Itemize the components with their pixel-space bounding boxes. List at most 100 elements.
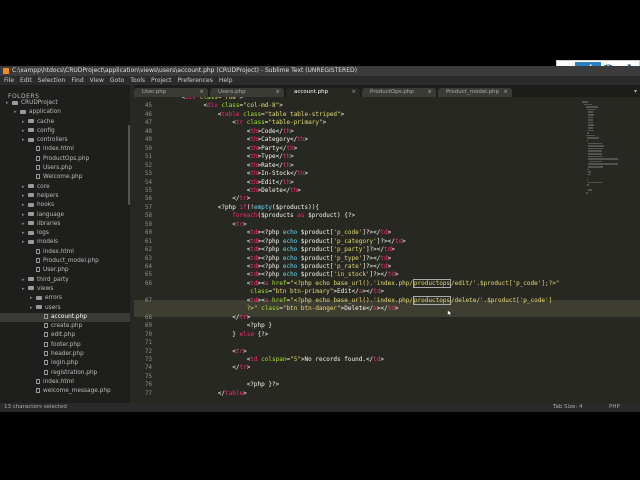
tab-label: Product_model.php: [446, 89, 499, 95]
menu-item-goto[interactable]: Goto: [110, 77, 124, 84]
file-icon: [36, 248, 40, 254]
code-token: 'p_type': [333, 254, 363, 262]
folder-icon: [28, 119, 34, 124]
tree-folder[interactable]: ▸ users: [0, 304, 130, 313]
code-token: ><?php: [257, 271, 283, 279]
tree-folder[interactable]: ▸ controllers: [0, 136, 130, 145]
close-tab-icon[interactable]: ×: [427, 88, 432, 97]
tree-file[interactable]: Welcome.php: [0, 173, 130, 182]
tree-folder[interactable]: ▸ helpers: [0, 192, 130, 201]
minimap-line: [585, 192, 589, 194]
code-token: >: [391, 246, 395, 254]
line-number: 77: [145, 390, 152, 397]
line-number: 76: [145, 382, 152, 389]
code-line: </tr>: [160, 195, 250, 203]
code-token: class: [196, 97, 218, 101]
folder-icon: [28, 193, 34, 198]
code-token: <: [160, 279, 251, 287]
code-token: <: [160, 229, 251, 237]
code-token: >: [246, 195, 251, 203]
file-icon: [44, 332, 48, 338]
folder-icon: [20, 109, 26, 114]
tree-file[interactable]: welcome_message.php: [0, 387, 130, 396]
tree-folder[interactable]: ▸ views: [0, 285, 130, 294]
minimap-line: [588, 171, 591, 173]
tree-file[interactable]: registration.php: [0, 369, 130, 378]
menu-item-file[interactable]: File: [4, 77, 14, 84]
menu-item-edit[interactable]: Edit: [20, 77, 32, 84]
tree-file[interactable]: index.html: [0, 248, 130, 257]
tab-user-php[interactable]: User.php ×: [134, 88, 208, 97]
minimap-line: [588, 166, 604, 168]
tree-folder[interactable]: ▸ errors: [0, 294, 130, 303]
tab-dropdown-icon[interactable]: ▾: [634, 88, 637, 95]
tree-folder[interactable]: ▸ hooks: [0, 201, 130, 210]
menu-item-tools[interactable]: Tools: [130, 77, 145, 84]
tree-file[interactable]: User.php: [0, 266, 130, 275]
tree-file[interactable]: Product_model.php: [0, 257, 130, 266]
line-number: 67: [145, 297, 152, 304]
tab-product-model-php[interactable]: Product_model.php ×: [438, 88, 512, 97]
code-editor[interactable]: <div class="row"> 45 <div class="col-md-8…: [134, 97, 640, 403]
code-token: tr: [235, 119, 244, 127]
sidebar: FOLDERS ▸ CRUDProject ▸ application ▸ cache ▸ c…: [0, 85, 130, 403]
menu-item-preferences[interactable]: Preferences: [178, 77, 213, 84]
code-token: 'p_category': [333, 237, 377, 245]
tab-productops-php[interactable]: ProductOps.php ×: [362, 88, 436, 97]
tree-file[interactable]: create.php: [0, 322, 130, 331]
code-line: <td colspan="5">No records found.</td>: [160, 356, 384, 364]
code-token: >Edit</: [257, 178, 283, 186]
close-tab-icon[interactable]: ×: [275, 88, 280, 97]
close-tab-icon[interactable]: ×: [503, 88, 508, 97]
code-token: /delete/'.$product['p_code']: [451, 296, 553, 304]
tree-folder[interactable]: ▸ libraries: [0, 220, 130, 229]
tree-file[interactable]: ProductOps.php: [0, 155, 130, 164]
code-token: >: [279, 102, 283, 110]
code-token: th: [250, 153, 258, 161]
tab-size-indicator[interactable]: Tab Size: 4: [553, 403, 582, 412]
tab-users-php[interactable]: Users.php ×: [210, 88, 284, 97]
tree-file[interactable]: index.html: [0, 145, 130, 154]
close-tab-icon[interactable]: ×: [199, 88, 204, 97]
tree-file[interactable]: footer.php: [0, 341, 130, 350]
tree-file[interactable]: Users.php: [0, 164, 130, 173]
line-number: 61: [145, 238, 152, 245]
minimap[interactable]: [580, 97, 632, 403]
tree-folder[interactable]: ▸ config: [0, 127, 130, 136]
menu-item-help[interactable]: Help: [219, 77, 233, 84]
tree-file[interactable]: login.php: [0, 359, 130, 368]
tree-folder[interactable]: ▸ models: [0, 238, 130, 247]
tree-file[interactable]: edit.php: [0, 331, 130, 340]
tree-file[interactable]: index.html: [0, 378, 130, 387]
code-token: $product[: [297, 237, 334, 245]
tree-file[interactable]: header.php: [0, 350, 130, 359]
tree-item-label: index.html: [43, 248, 74, 255]
folder-icon: [28, 277, 34, 282]
tab-account-php[interactable]: account.php ×: [286, 88, 360, 97]
tree-folder[interactable]: ▸ core: [0, 183, 130, 192]
syntax-indicator[interactable]: PHP: [609, 403, 620, 412]
code-token: $product[: [297, 229, 334, 237]
tree-folder[interactable]: ▸ logs: [0, 229, 130, 238]
code-token: ><: [257, 279, 265, 287]
tree-folder[interactable]: ▸ language: [0, 211, 130, 220]
menu-item-selection[interactable]: Selection: [38, 77, 66, 84]
line-number: 47: [145, 120, 152, 127]
tree-folder[interactable]: ▸ cache: [0, 118, 130, 127]
tree-file[interactable]: account.php: [0, 312, 130, 323]
menu-item-project[interactable]: Project: [151, 77, 172, 84]
code-line: </tr>: [160, 364, 250, 372]
tree-folder[interactable]: ▸ application: [0, 108, 130, 117]
tree-item-label: third_party: [37, 276, 69, 283]
sidebar-scrollbar[interactable]: [128, 125, 130, 205]
code-token: echo: [282, 254, 298, 262]
tree-folder[interactable]: ▸ third_party: [0, 276, 130, 285]
close-tab-icon[interactable]: ×: [351, 88, 356, 97]
menu-item-view[interactable]: View: [90, 77, 104, 84]
code-token: class: [243, 119, 265, 127]
folder-icon: [28, 202, 34, 207]
tree-folder[interactable]: ▸ CRUDProject: [0, 99, 130, 108]
line-number: 48: [145, 128, 152, 135]
menu-item-find[interactable]: Find: [71, 77, 83, 84]
